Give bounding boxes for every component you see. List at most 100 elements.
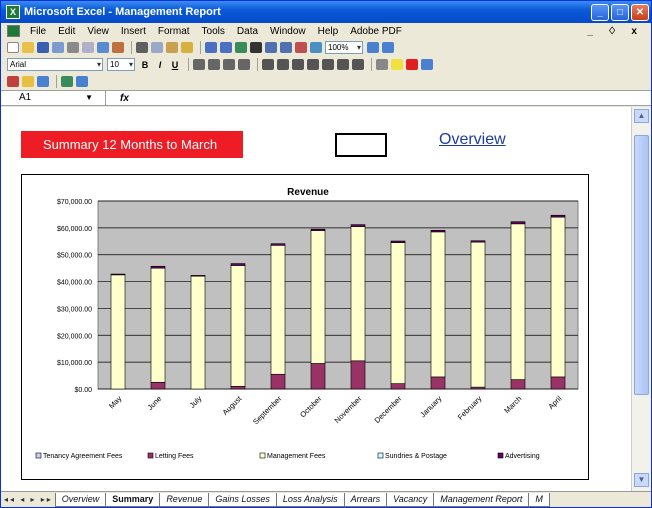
close-button[interactable]: ✕ — [631, 3, 649, 21]
menu-adobe-pdf[interactable]: Adobe PDF — [344, 26, 408, 37]
name-box[interactable]: A1 ▼ — [1, 91, 106, 105]
open-icon[interactable] — [22, 42, 34, 53]
align-center-icon[interactable] — [208, 59, 220, 70]
menu-format[interactable]: Format — [152, 26, 196, 37]
percent-icon[interactable] — [277, 59, 289, 70]
align-right-icon[interactable] — [223, 59, 235, 70]
currency-icon[interactable] — [262, 59, 274, 70]
decrease-decimal-icon[interactable] — [322, 59, 334, 70]
autosum-icon[interactable] — [250, 42, 262, 53]
title-bar: X Microsoft Excel - Management Report _ … — [1, 1, 651, 23]
cut-icon[interactable] — [136, 42, 148, 53]
fx-icon[interactable]: fx — [106, 93, 129, 104]
redo-icon[interactable] — [220, 42, 232, 53]
scroll-thumb[interactable] — [634, 135, 649, 395]
maximize-button[interactable]: □ — [611, 3, 629, 21]
bar-segment — [550, 376, 566, 390]
increase-decimal-icon[interactable] — [307, 59, 319, 70]
font-select[interactable]: Arial — [7, 58, 103, 71]
menu-data[interactable]: Data — [231, 26, 264, 37]
bold-button[interactable]: B — [139, 60, 151, 70]
menu-edit[interactable]: Edit — [52, 26, 81, 37]
increase-indent-icon[interactable] — [352, 59, 364, 70]
extra-toolbar — [1, 73, 651, 90]
bar-segment — [470, 240, 486, 243]
y-tick-label: $70,000.00 — [57, 199, 92, 206]
worksheet[interactable]: Summary 12 Months to March Overview Reve… — [1, 107, 631, 491]
sort-ascending-icon[interactable] — [265, 42, 277, 53]
overview-link[interactable]: Overview — [439, 131, 506, 149]
legend-swatch — [259, 452, 266, 459]
toolbar-options-icon[interactable] — [76, 76, 88, 87]
x-tick-label: June — [146, 394, 164, 412]
print-preview-icon[interactable] — [82, 42, 94, 53]
menu-view[interactable]: View — [81, 26, 115, 37]
bar-segment — [430, 231, 446, 378]
tab-summary[interactable]: Summary — [105, 493, 161, 507]
revenue-chart[interactable]: Revenue $70,000.00 $60,000.00 $50,000.00 $40… — [21, 174, 589, 480]
font-size-select[interactable]: 10 — [107, 58, 135, 71]
print-icon[interactable] — [67, 42, 79, 53]
empty-shape[interactable] — [335, 133, 387, 157]
menu-tools[interactable]: Tools — [196, 26, 231, 37]
underline-button[interactable]: U — [169, 60, 181, 70]
tab-vacancy[interactable]: Vacancy — [386, 493, 435, 507]
font-color-icon[interactable] — [406, 59, 418, 70]
reviewing-icon[interactable] — [7, 76, 19, 87]
tab-loss-analysis[interactable]: Loss Analysis — [275, 493, 345, 507]
tab-management-report[interactable]: Management Report — [433, 493, 530, 507]
document-window-controls[interactable]: _ ♢ x — [587, 26, 643, 37]
align-left-icon[interactable] — [193, 59, 205, 70]
minimize-button[interactable]: _ — [591, 3, 609, 21]
tab-m[interactable]: M — [528, 493, 550, 507]
menu-help[interactable]: Help — [312, 26, 345, 37]
bar-segment — [270, 373, 286, 390]
standard-toolbar: 100% — [1, 39, 651, 56]
sort-descending-icon[interactable] — [280, 42, 292, 53]
hyperlink-icon[interactable] — [235, 42, 247, 53]
pdf-icon[interactable] — [61, 76, 73, 87]
comma-icon[interactable] — [292, 59, 304, 70]
format-painter-icon[interactable] — [181, 42, 193, 53]
tab-gains-losses[interactable]: Gains Losses — [208, 493, 277, 507]
new-icon[interactable] — [7, 42, 19, 53]
summary-banner: Summary 12 Months to March — [21, 131, 243, 158]
menu-file[interactable]: File — [24, 26, 52, 37]
tab-navigation[interactable]: ◂◂ ◂ ▸ ▸▸ — [1, 495, 56, 504]
legend-label: Tenancy Agreement Fees — [43, 453, 123, 460]
decrease-indent-icon[interactable] — [337, 59, 349, 70]
tab-arrears[interactable]: Arrears — [343, 493, 388, 507]
fill-color-icon[interactable] — [391, 59, 403, 70]
borders-icon[interactable] — [376, 59, 388, 70]
toolbar-options-icon[interactable] — [37, 76, 49, 87]
legend-swatch — [147, 452, 154, 459]
tab-overview[interactable]: Overview — [54, 493, 107, 507]
merge-center-icon[interactable] — [238, 59, 250, 70]
copy-icon[interactable] — [151, 42, 163, 53]
menu-insert[interactable]: Insert — [115, 26, 152, 37]
excel-icon[interactable]: X — [6, 5, 20, 19]
vertical-scrollbar[interactable]: ▲ ▼ — [631, 107, 651, 491]
chart-wizard-icon[interactable] — [295, 42, 307, 53]
save-icon[interactable] — [37, 42, 49, 53]
scroll-up-icon[interactable]: ▲ — [634, 109, 649, 123]
workbook-icon[interactable] — [7, 25, 20, 37]
x-tick-label: January — [418, 394, 443, 419]
tab-revenue[interactable]: Revenue — [159, 493, 210, 507]
x-tick-label: November — [333, 394, 364, 425]
spelling-icon[interactable] — [97, 42, 109, 53]
toolbar-options-icon[interactable] — [382, 42, 394, 53]
permission-icon[interactable] — [52, 42, 64, 53]
drawing-icon[interactable] — [310, 42, 322, 53]
help-icon[interactable] — [367, 42, 379, 53]
research-icon[interactable] — [112, 42, 124, 53]
zoom-select[interactable]: 100% — [325, 41, 363, 54]
undo-icon[interactable] — [205, 42, 217, 53]
menu-window[interactable]: Window — [264, 26, 312, 37]
chevron-down-icon[interactable]: ▼ — [85, 91, 93, 105]
scroll-down-icon[interactable]: ▼ — [634, 473, 649, 487]
paste-icon[interactable] — [166, 42, 178, 53]
italic-button[interactable]: I — [154, 60, 166, 70]
toolbar-options-icon[interactable] — [421, 59, 433, 70]
comment-icon[interactable] — [22, 76, 34, 87]
